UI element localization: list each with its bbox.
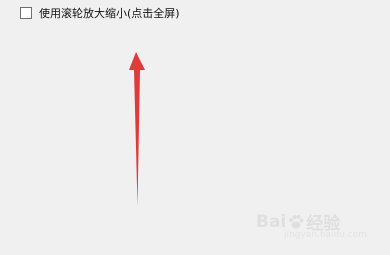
paw-icon	[289, 214, 304, 228]
watermark-domain: jingyan.baidu.com	[284, 230, 368, 240]
baidu-jingyan-watermark: Bai 经验 jingyan.baidu.com	[256, 209, 376, 243]
watermark-brand-prefix: Bai	[256, 211, 287, 232]
